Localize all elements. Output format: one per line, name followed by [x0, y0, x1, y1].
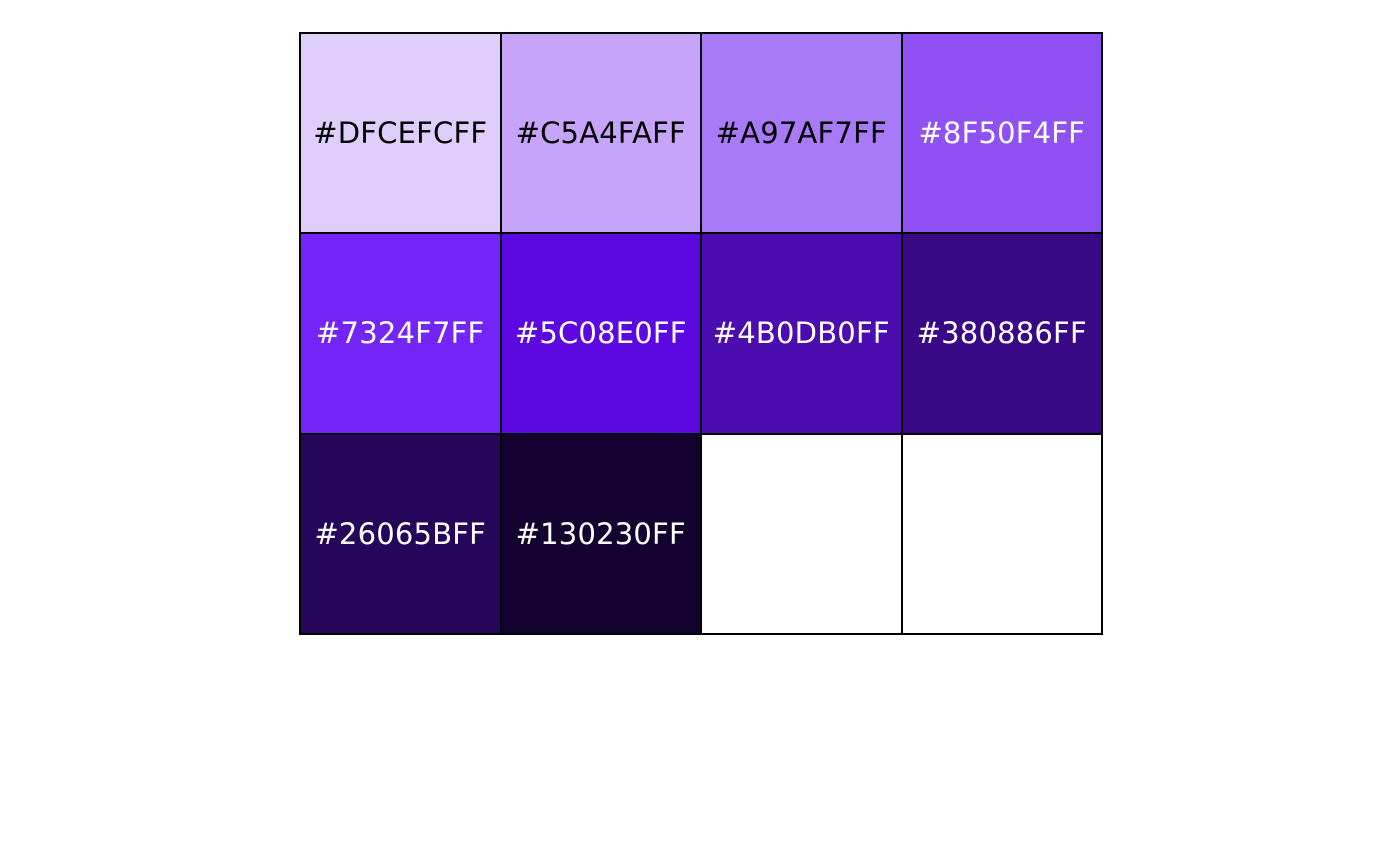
swatch-cell: #A97AF7FF	[700, 32, 903, 235]
color-swatch-grid: #DFCEFCFF #C5A4FAFF #A97AF7FF #8F50F4FF …	[299, 32, 1103, 635]
swatch-label: #A97AF7FF	[715, 116, 887, 151]
swatch-cell-empty	[700, 432, 903, 635]
swatch-label: #130230FF	[515, 516, 686, 551]
swatch-cell: #5C08E0FF	[499, 232, 702, 435]
swatch-label: #C5A4FAFF	[515, 116, 686, 151]
swatch-cell: #380886FF	[900, 232, 1103, 435]
swatch-cell-empty	[900, 432, 1103, 635]
swatch-cell: #7324F7FF	[299, 232, 502, 435]
swatch-cell: #DFCEFCFF	[299, 32, 502, 235]
swatch-label: #4B0DB0FF	[712, 316, 890, 351]
swatch-cell: #8F50F4FF	[900, 32, 1103, 235]
swatch-cell: #130230FF	[499, 432, 702, 635]
swatch-label: #380886FF	[916, 316, 1087, 351]
swatch-label: #7324F7FF	[316, 316, 485, 351]
swatch-cell: #C5A4FAFF	[499, 32, 702, 235]
swatch-cell: #26065BFF	[299, 432, 502, 635]
swatch-label: #5C08E0FF	[514, 316, 687, 351]
swatch-cell: #4B0DB0FF	[700, 232, 903, 435]
swatch-label: #8F50F4FF	[918, 116, 1086, 151]
swatch-label: #DFCEFCFF	[313, 116, 488, 151]
swatch-label: #26065BFF	[314, 516, 487, 551]
